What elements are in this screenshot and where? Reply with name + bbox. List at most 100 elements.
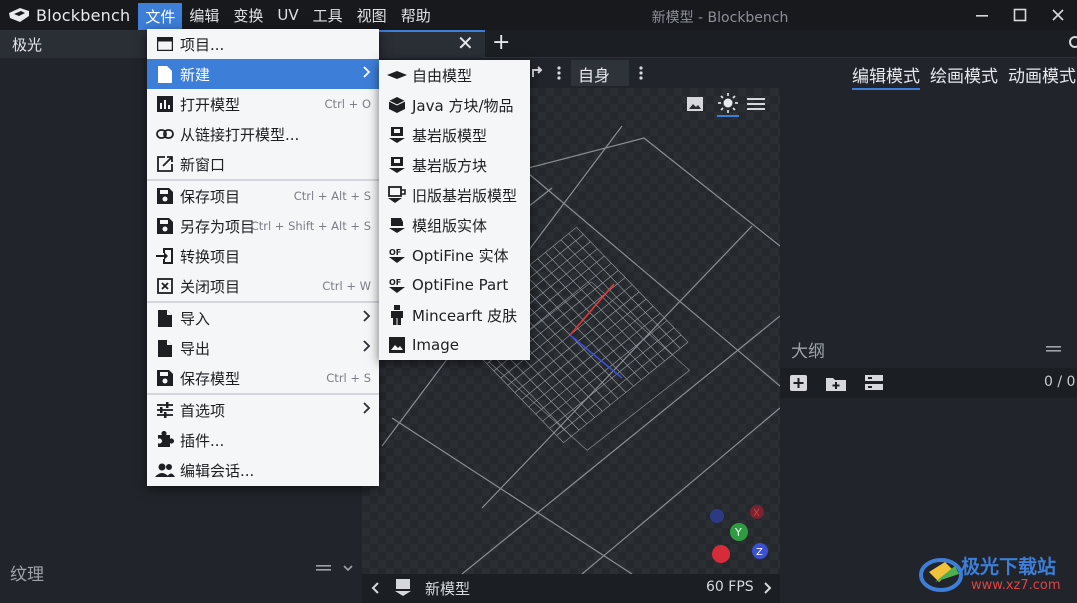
export-icon bbox=[154, 339, 176, 357]
shortcut-label: Ctrl + S bbox=[326, 371, 371, 385]
image-icon bbox=[386, 336, 408, 354]
file-menu-item[interactable]: 另存为项目 Ctrl + Shift + Alt + S bbox=[147, 211, 379, 241]
file-menu-item-label: 保存模型 bbox=[180, 369, 241, 388]
file-menu-item[interactable]: 从链接打开模型... bbox=[147, 119, 379, 149]
project-icon bbox=[154, 35, 176, 53]
modded-entity-icon bbox=[386, 216, 408, 234]
file-menu-item-label: 从链接打开模型... bbox=[180, 125, 300, 144]
mode-edit[interactable]: 编辑模式 bbox=[852, 62, 920, 90]
file-menu-item-label: 保存项目 bbox=[180, 187, 241, 206]
file-menu-item[interactable]: 导入 bbox=[147, 303, 379, 333]
close-window-button[interactable] bbox=[1039, 0, 1077, 30]
file-menu-item[interactable]: 导出 bbox=[147, 333, 379, 363]
panel-menu-icon[interactable] bbox=[1046, 343, 1062, 355]
more-icon[interactable] bbox=[638, 65, 644, 81]
menu-separator bbox=[147, 301, 379, 303]
new-menu-item[interactable]: 自由模型 bbox=[379, 60, 530, 90]
chevron-down-icon[interactable] bbox=[342, 562, 354, 574]
file-menu-item[interactable]: 插件... bbox=[147, 425, 379, 455]
new-menu-item-label: Mincearft 皮肤 bbox=[412, 306, 518, 325]
window-title: 新模型 - Blockbench bbox=[651, 10, 789, 26]
rotate-tool-icon[interactable] bbox=[530, 65, 544, 81]
add-tab-button[interactable]: + bbox=[492, 31, 510, 55]
menu-view[interactable]: 视图 bbox=[350, 0, 394, 30]
save-model-icon bbox=[154, 369, 176, 387]
new-menu-item-label: 旧版基岩版模型 bbox=[412, 186, 518, 205]
java-block-icon bbox=[386, 96, 408, 114]
watermark-url: www.xz7.com bbox=[971, 578, 1061, 593]
new-menu-item[interactable]: Mincearft 皮肤 bbox=[379, 300, 530, 330]
mode-paint[interactable]: 绘画模式 bbox=[930, 62, 998, 90]
add-cube-icon[interactable] bbox=[790, 375, 807, 391]
right-panel bbox=[780, 58, 1077, 603]
menu-edit[interactable]: 编辑 bbox=[182, 0, 226, 30]
file-menu-item[interactable]: 转换项目 bbox=[147, 241, 379, 271]
menu-transform[interactable]: 变换 bbox=[226, 0, 270, 30]
mode-animate[interactable]: 动画模式 bbox=[1008, 62, 1076, 90]
minimize-button[interactable] bbox=[963, 0, 1001, 30]
brightness-icon[interactable] bbox=[717, 93, 739, 117]
watermark-text: 极光下载站 bbox=[961, 556, 1057, 578]
svg-text:OF: OF bbox=[389, 278, 401, 287]
file-menu-item[interactable]: 关闭项目 Ctrl + W bbox=[147, 271, 379, 301]
menu-uv[interactable]: UV bbox=[270, 0, 305, 30]
file-menu-item-label: 转换项目 bbox=[180, 247, 241, 266]
new-menu-item-label: 模组版实体 bbox=[412, 216, 488, 235]
bedrock-model-icon bbox=[395, 579, 411, 596]
new-menu-item[interactable]: 模组版实体 bbox=[379, 210, 530, 240]
file-menu-item-label: 项目... bbox=[180, 35, 225, 54]
title-bar: Blockbench 文件 编辑 变换 UV 工具 视图 帮助 新模型 - Bl… bbox=[0, 0, 1077, 30]
outline-count: 0 / 0 bbox=[1044, 374, 1076, 390]
chevron-right-icon[interactable] bbox=[763, 581, 773, 595]
new-menu-item[interactable]: 基岩版方块 bbox=[379, 150, 530, 180]
gizmo-x-label: X bbox=[753, 508, 760, 519]
menu-icon[interactable] bbox=[747, 97, 765, 111]
optifine-part-icon: OF bbox=[386, 276, 408, 294]
new-menu-item[interactable]: 旧版基岩版模型 bbox=[379, 180, 530, 210]
file-menu-item-label: 首选项 bbox=[180, 401, 226, 420]
new-menu-item[interactable]: Java 方块/物品 bbox=[379, 90, 530, 120]
file-menu-item-label: 插件... bbox=[180, 431, 225, 450]
file-menu-item[interactable]: 新窗口 bbox=[147, 149, 379, 179]
tab-aurora[interactable]: 极光 bbox=[0, 30, 147, 58]
image-view-icon[interactable] bbox=[686, 96, 704, 112]
new-menu-item-label: 基岩版方块 bbox=[412, 156, 488, 175]
gizmo-y-label: Y bbox=[734, 526, 742, 539]
bedrock-block-icon bbox=[386, 156, 408, 174]
new-menu-item-label: Image bbox=[412, 336, 459, 354]
collapse-all-icon[interactable] bbox=[865, 375, 883, 391]
search-icon[interactable] bbox=[1067, 34, 1077, 52]
new-submenu: 自由模型 Java 方块/物品 基岩版模型基岩版方块旧版基岩版模型 模组版实体 OF Op… bbox=[379, 60, 530, 360]
space-dropdown[interactable]: 自身 bbox=[571, 60, 629, 99]
file-menu-item[interactable]: 保存模型 Ctrl + S bbox=[147, 363, 379, 393]
menu-help[interactable]: 帮助 bbox=[394, 0, 438, 30]
chevron-right-icon bbox=[363, 340, 371, 356]
file-menu-item[interactable]: 保存项目 Ctrl + Alt + S bbox=[147, 181, 379, 211]
viewport-status-bar: 新模型 60 FPS bbox=[362, 574, 780, 603]
maximize-button[interactable] bbox=[1001, 0, 1039, 30]
new-menu-item[interactable]: OF OptiFine 实体 bbox=[379, 240, 530, 270]
menu-file[interactable]: 文件 bbox=[138, 3, 183, 30]
add-group-icon[interactable] bbox=[826, 375, 846, 391]
file-menu-item[interactable]: 编辑会话... bbox=[147, 455, 379, 485]
new-window-icon bbox=[154, 155, 176, 173]
file-menu-item[interactable]: 新建 bbox=[147, 59, 379, 89]
new-file-icon bbox=[154, 65, 176, 83]
textures-panel-controls[interactable] bbox=[316, 562, 354, 578]
legacy-bedrock-icon bbox=[386, 186, 408, 204]
shortcut-label: Ctrl + O bbox=[324, 97, 371, 111]
panel-menu-icon[interactable] bbox=[316, 562, 332, 574]
tab-close-button[interactable]: ✕ bbox=[457, 32, 474, 54]
file-menu-item[interactable]: 项目... bbox=[147, 29, 379, 59]
menu-tools[interactable]: 工具 bbox=[306, 0, 350, 30]
chevron-left-icon[interactable] bbox=[370, 581, 380, 595]
file-menu-item[interactable]: 打开模型 Ctrl + O bbox=[147, 89, 379, 119]
file-menu-item[interactable]: 首选项 bbox=[147, 395, 379, 425]
more-icon[interactable] bbox=[556, 65, 562, 81]
new-menu-item[interactable]: Image bbox=[379, 330, 530, 360]
menu-separator bbox=[147, 393, 379, 395]
new-menu-item[interactable]: 基岩版模型 bbox=[379, 120, 530, 150]
new-menu-item[interactable]: OF OptiFine Part bbox=[379, 270, 530, 300]
textures-panel-title: 纹理 bbox=[10, 565, 44, 585]
blockbench-window: Blockbench 文件 编辑 变换 UV 工具 视图 帮助 新模型 - Bl… bbox=[0, 0, 1077, 603]
